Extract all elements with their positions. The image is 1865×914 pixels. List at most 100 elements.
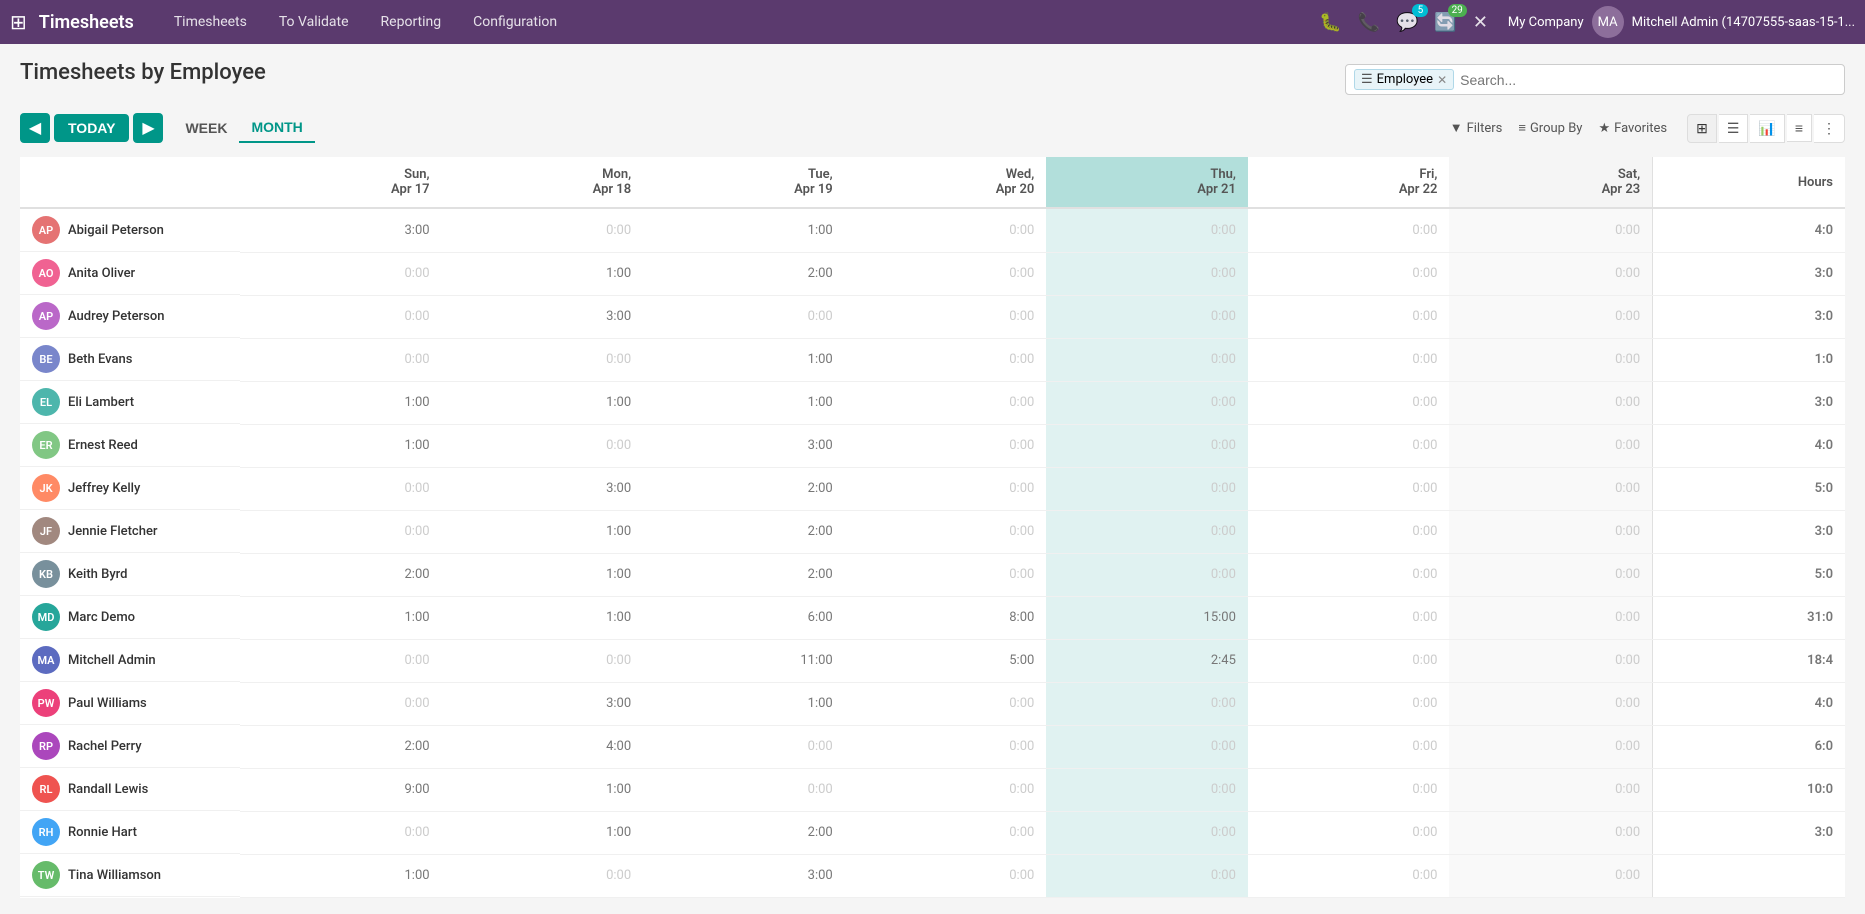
cell-thu[interactable]: 0:00 [1046,381,1248,424]
cell-thu[interactable]: 0:00 [1046,854,1248,897]
cell-thu[interactable]: 2:45 [1046,639,1248,682]
search-input[interactable] [1460,72,1836,88]
user-avatar[interactable]: MA [1592,6,1624,38]
cell-sun[interactable]: 0:00 [240,510,442,553]
cell-tue[interactable]: 2:00 [643,811,845,854]
cell-sat[interactable]: 0:00 [1449,295,1652,338]
cell-sun[interactable]: 0:00 [240,338,442,381]
cell-sat[interactable]: 0:00 [1449,768,1652,811]
more-view-button[interactable]: ⋮ [1814,114,1845,143]
table-row[interactable]: ER Ernest Reed 1:00 0:00 3:00 0:00 0:00 … [20,424,1845,467]
table-row[interactable]: MA Mitchell Admin 0:00 0:00 11:00 5:00 2… [20,639,1845,682]
cell-thu[interactable]: 0:00 [1046,424,1248,467]
cell-fri[interactable]: 0:00 [1248,682,1450,725]
cell-sun[interactable]: 0:00 [240,252,442,295]
cell-wed[interactable]: 8:00 [845,596,1047,639]
cell-sun[interactable]: 2:00 [240,553,442,596]
cell-sun[interactable]: 0:00 [240,811,442,854]
cell-sun[interactable]: 0:00 [240,639,442,682]
today-button[interactable]: TODAY [54,114,129,142]
cell-thu[interactable]: 0:00 [1046,467,1248,510]
cell-thu[interactable]: 0:00 [1046,725,1248,768]
cell-wed[interactable]: 0:00 [845,682,1047,725]
table-row[interactable]: AO Anita Oliver 0:00 1:00 2:00 0:00 0:00… [20,252,1845,295]
cell-mon[interactable]: 3:00 [442,467,644,510]
cell-thu[interactable]: 15:00 [1046,596,1248,639]
cell-thu[interactable]: 0:00 [1046,553,1248,596]
cell-wed[interactable]: 0:00 [845,768,1047,811]
cell-mon[interactable]: 1:00 [442,596,644,639]
remove-tag-icon[interactable]: ✕ [1437,73,1447,87]
table-row[interactable]: JK Jeffrey Kelly 0:00 3:00 2:00 0:00 0:0… [20,467,1845,510]
cell-wed[interactable]: 0:00 [845,510,1047,553]
cell-sat[interactable]: 0:00 [1449,682,1652,725]
cell-tue[interactable]: 0:00 [643,768,845,811]
cell-wed[interactable]: 0:00 [845,208,1047,252]
cell-sun[interactable]: 1:00 [240,854,442,897]
table-view-button[interactable]: ≡ [1787,114,1812,142]
cell-sun[interactable]: 0:00 [240,682,442,725]
cell-thu[interactable]: 0:00 [1046,252,1248,295]
table-row[interactable]: RL Randall Lewis 9:00 1:00 0:00 0:00 0:0… [20,768,1845,811]
table-row[interactable]: KB Keith Byrd 2:00 1:00 2:00 0:00 0:00 0… [20,553,1845,596]
week-button[interactable]: WEEK [173,113,239,143]
cell-tue[interactable]: 1:00 [643,208,845,252]
cell-sat[interactable]: 0:00 [1449,553,1652,596]
cell-mon[interactable]: 1:00 [442,553,644,596]
cell-tue[interactable]: 2:00 [643,252,845,295]
cell-wed[interactable]: 0:00 [845,338,1047,381]
cell-fri[interactable]: 0:00 [1248,854,1450,897]
chat-icon[interactable]: 💬 5 [1392,8,1422,37]
month-button[interactable]: MONTH [239,113,314,143]
cell-tue[interactable]: 1:00 [643,338,845,381]
table-row[interactable]: RP Rachel Perry 2:00 4:00 0:00 0:00 0:00… [20,725,1845,768]
cell-fri[interactable]: 0:00 [1248,596,1450,639]
cell-sat[interactable]: 0:00 [1449,252,1652,295]
filters-button[interactable]: ▼ Filters [1450,120,1503,136]
cell-fri[interactable]: 0:00 [1248,381,1450,424]
cell-fri[interactable]: 0:00 [1248,467,1450,510]
list-view-button[interactable]: ☰ [1719,114,1749,143]
cell-sun[interactable]: 0:00 [240,295,442,338]
cell-mon[interactable]: 1:00 [442,381,644,424]
prev-button[interactable]: ◀ [20,113,50,143]
favorites-button[interactable]: ★ Favorites [1598,121,1667,136]
close-icon[interactable]: ✕ [1469,8,1492,37]
cell-mon[interactable]: 0:00 [442,338,644,381]
cell-wed[interactable]: 0:00 [845,725,1047,768]
table-row[interactable]: RH Ronnie Hart 0:00 1:00 2:00 0:00 0:00 … [20,811,1845,854]
cell-mon[interactable]: 0:00 [442,424,644,467]
cell-fri[interactable]: 0:00 [1248,553,1450,596]
nav-timesheets[interactable]: Timesheets [160,8,261,36]
cell-sat[interactable]: 0:00 [1449,811,1652,854]
table-row[interactable]: PW Paul Williams 0:00 3:00 1:00 0:00 0:0… [20,682,1845,725]
cell-sun[interactable]: 2:00 [240,725,442,768]
cell-mon[interactable]: 1:00 [442,768,644,811]
cell-thu[interactable]: 0:00 [1046,768,1248,811]
cell-sun[interactable]: 3:00 [240,208,442,252]
cell-tue[interactable]: 2:00 [643,553,845,596]
groupby-button[interactable]: ≡ Group By [1518,120,1582,136]
nav-reporting[interactable]: Reporting [367,8,456,36]
phone-icon[interactable]: 📞 [1354,8,1384,37]
cell-sun[interactable]: 1:00 [240,596,442,639]
bug-icon[interactable]: 🐛 [1315,8,1345,37]
cell-fri[interactable]: 0:00 [1248,338,1450,381]
cell-fri[interactable]: 0:00 [1248,252,1450,295]
grid-icon[interactable]: ⊞ [10,10,27,34]
table-row[interactable]: AP Audrey Peterson 0:00 3:00 0:00 0:00 0… [20,295,1845,338]
table-row[interactable]: JF Jennie Fletcher 0:00 1:00 2:00 0:00 0… [20,510,1845,553]
cell-sun[interactable]: 1:00 [240,381,442,424]
cell-fri[interactable]: 0:00 [1248,208,1450,252]
cell-thu[interactable]: 0:00 [1046,811,1248,854]
cell-tue[interactable]: 3:00 [643,424,845,467]
table-row[interactable]: AP Abigail Peterson 3:00 0:00 1:00 0:00 … [20,208,1845,252]
cell-mon[interactable]: 0:00 [442,854,644,897]
cell-sat[interactable]: 0:00 [1449,467,1652,510]
cell-wed[interactable]: 0:00 [845,424,1047,467]
refresh-icon[interactable]: 🔄 29 [1430,8,1460,37]
cell-mon[interactable]: 0:00 [442,208,644,252]
table-row[interactable]: EL Eli Lambert 1:00 1:00 1:00 0:00 0:00 … [20,381,1845,424]
cell-thu[interactable]: 0:00 [1046,510,1248,553]
cell-mon[interactable]: 3:00 [442,295,644,338]
